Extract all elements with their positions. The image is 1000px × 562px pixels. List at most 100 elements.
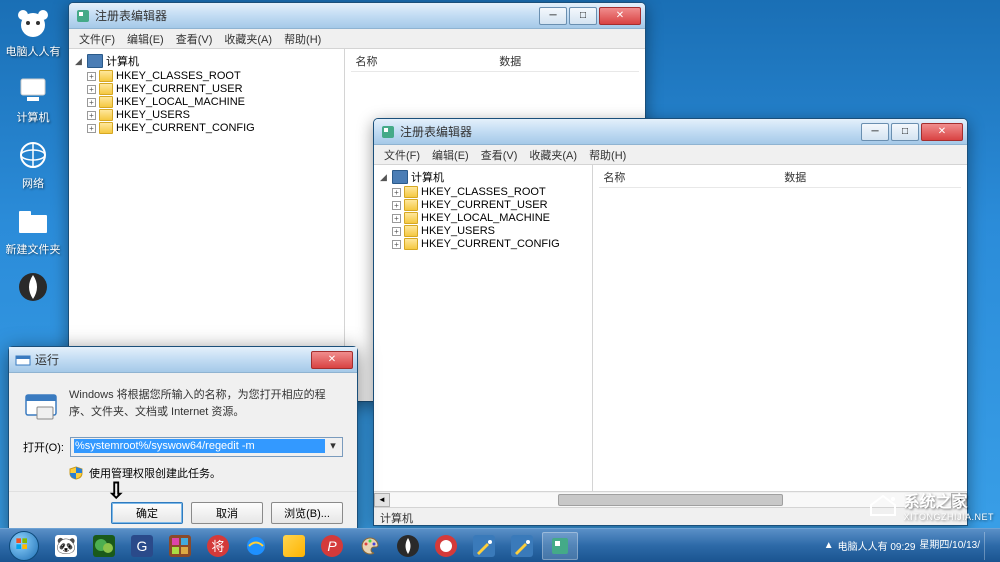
expand-icon[interactable]: + xyxy=(392,240,401,249)
col-data[interactable]: 数据 xyxy=(780,167,961,187)
expand-icon[interactable]: + xyxy=(87,111,96,120)
titlebar[interactable]: 注册表编辑器 ─ □ ✕ xyxy=(69,3,645,29)
maximize-button[interactable]: □ xyxy=(569,7,597,25)
cancel-button[interactable]: 取消 xyxy=(191,502,263,524)
ok-button[interactable]: 确定 xyxy=(111,502,183,524)
scroll-left-icon[interactable]: ◄ xyxy=(374,493,390,507)
taskbar-app[interactable]: 将 xyxy=(200,532,236,560)
menu-view[interactable]: 查看(V) xyxy=(170,31,219,47)
menu-help[interactable]: 帮助(H) xyxy=(278,31,327,47)
taskbar-app[interactable] xyxy=(352,532,388,560)
panda-icon xyxy=(15,5,51,41)
system-tray[interactable]: ▲ 电脑人人有 09:29 星期四/10/13/ xyxy=(824,532,996,560)
menu-fav[interactable]: 收藏夹(A) xyxy=(218,31,278,47)
desktop-icon-label: 电脑人人有 xyxy=(6,43,61,59)
registry-tree[interactable]: ◢ 计算机 +HKEY_CLASSES_ROOT +HKEY_CURRENT_U… xyxy=(374,165,593,491)
col-name[interactable]: 名称 xyxy=(599,167,780,187)
close-button[interactable]: ✕ xyxy=(921,123,963,141)
expand-icon[interactable]: + xyxy=(87,124,96,133)
tree-item[interactable]: +HKEY_USERS xyxy=(87,109,338,121)
desktop-icon-3[interactable]: 新建文件夹 xyxy=(3,203,63,257)
p-icon: P xyxy=(321,535,343,557)
expand-icon[interactable]: + xyxy=(392,188,401,197)
tree-item[interactable]: +HKEY_CURRENT_USER xyxy=(392,199,586,211)
taskbar-app[interactable]: P xyxy=(314,532,350,560)
panda-icon: 🐼 xyxy=(55,535,77,557)
start-button[interactable] xyxy=(4,531,44,561)
menu-edit[interactable]: 编辑(E) xyxy=(426,147,475,163)
menu-file[interactable]: 文件(F) xyxy=(73,31,121,47)
menu-view[interactable]: 查看(V) xyxy=(475,147,524,163)
list-header: 名称 数据 xyxy=(599,167,961,188)
tree-item[interactable]: + HKEY_LOCAL_MACHINE xyxy=(87,96,338,108)
show-desktop-button[interactable] xyxy=(984,532,992,560)
taskbar-app[interactable] xyxy=(428,532,464,560)
desktop-icon-1[interactable]: 计算机 xyxy=(3,71,63,125)
folder-icon xyxy=(404,238,418,250)
minimize-button[interactable]: ─ xyxy=(539,7,567,25)
run-body: Windows 将根据您所输入的名称，为您打开相应的程序、文件夹、文档或 Int… xyxy=(9,373,357,491)
tree-root[interactable]: ◢ 计算机 xyxy=(380,169,586,185)
taskbar-app[interactable]: G xyxy=(124,532,160,560)
tree-item[interactable]: +HKEY_CURRENT_CONFIG xyxy=(392,238,586,250)
taskbar-app[interactable] xyxy=(162,532,198,560)
computer-icon xyxy=(15,71,51,107)
folder-icon xyxy=(99,83,113,95)
maximize-button[interactable]: □ xyxy=(891,123,919,141)
tray-chevron-icon[interactable]: ▲ xyxy=(824,540,834,551)
tree-root[interactable]: ◢ 计算机 xyxy=(75,53,338,69)
tree-label: HKEY_CURRENT_CONFIG xyxy=(116,122,255,134)
close-button[interactable]: ✕ xyxy=(311,351,353,369)
tree-item[interactable]: +HKEY_CLASSES_ROOT xyxy=(392,186,586,198)
tree-item[interactable]: +HKEY_CLASSES_ROOT xyxy=(87,70,338,82)
tree-root-label: 计算机 xyxy=(411,169,444,185)
titlebar[interactable]: 注册表编辑器 ─ □ ✕ xyxy=(374,119,967,145)
close-button[interactable]: ✕ xyxy=(599,7,641,25)
expand-icon[interactable]: + xyxy=(87,85,96,94)
taskbar-clock[interactable]: 星期四/10/13/ xyxy=(919,540,980,551)
tree-item[interactable]: + HKEY_CURRENT_CONFIG xyxy=(87,122,338,134)
desktop-icon-4[interactable] xyxy=(3,269,63,307)
run-input-field[interactable] xyxy=(74,439,325,453)
titlebar[interactable]: 运行 ✕ xyxy=(9,347,357,373)
expand-icon[interactable]: + xyxy=(392,214,401,223)
dropdown-icon[interactable]: ▾ xyxy=(327,439,339,452)
col-data[interactable]: 数据 xyxy=(495,51,639,71)
expand-icon[interactable]: + xyxy=(392,227,401,236)
col-name[interactable]: 名称 xyxy=(351,51,495,71)
run-input-combo[interactable]: ▾ xyxy=(70,437,343,457)
watermark-icon xyxy=(868,493,898,517)
browser-icon xyxy=(15,269,51,305)
desktop-icon-2[interactable]: 网络 xyxy=(3,137,63,191)
taskbar-app[interactable] xyxy=(390,532,426,560)
taskbar-app[interactable]: 🐼 xyxy=(48,532,84,560)
taskbar-app[interactable] xyxy=(276,532,312,560)
tree-item[interactable]: +HKEY_LOCAL_MACHINE xyxy=(392,212,586,224)
browse-button[interactable]: 浏览(B)... xyxy=(271,502,343,524)
run-icon xyxy=(15,352,31,368)
minimize-button[interactable]: ─ xyxy=(861,123,889,141)
taskbar-running-regedit[interactable] xyxy=(542,532,578,560)
taskbar-app[interactable] xyxy=(238,532,274,560)
expand-icon[interactable]: + xyxy=(87,72,96,81)
desktop-icon-0[interactable]: 电脑人人有 xyxy=(3,5,63,59)
open-label: 打开(O): xyxy=(23,439,64,455)
desktop-icon-label: 网络 xyxy=(22,175,44,191)
scroll-thumb[interactable] xyxy=(558,494,782,506)
menu-fav[interactable]: 收藏夹(A) xyxy=(523,147,583,163)
taskbar-app[interactable] xyxy=(86,532,122,560)
watermark: 系统之家 XITONGZHIJIA.NET xyxy=(868,488,994,522)
tree-label: HKEY_LOCAL_MACHINE xyxy=(116,96,245,108)
expand-icon[interactable]: + xyxy=(87,98,96,107)
taskbar-app[interactable] xyxy=(504,532,540,560)
tree-item[interactable]: +HKEY_USERS xyxy=(392,225,586,237)
desktop-icon-label: 计算机 xyxy=(17,109,50,125)
registry-values[interactable]: 名称 数据 xyxy=(593,165,967,491)
menu-edit[interactable]: 编辑(E) xyxy=(121,31,170,47)
menu-file[interactable]: 文件(F) xyxy=(378,147,426,163)
menu-help[interactable]: 帮助(H) xyxy=(583,147,632,163)
g-icon: G xyxy=(131,535,153,557)
expand-icon[interactable]: + xyxy=(392,201,401,210)
taskbar-app[interactable] xyxy=(466,532,502,560)
tree-item[interactable]: +HKEY_CURRENT_USER xyxy=(87,83,338,95)
